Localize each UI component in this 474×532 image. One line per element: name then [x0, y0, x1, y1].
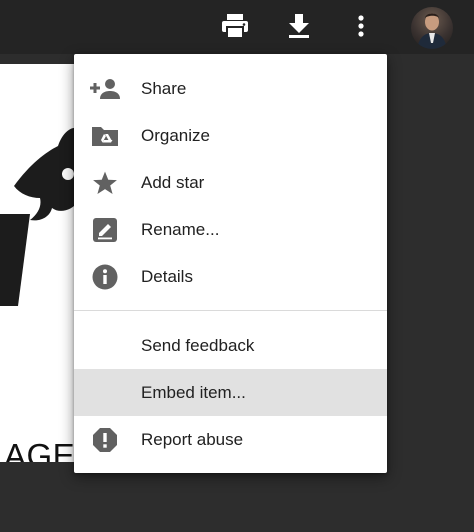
- menu-item-label: Details: [141, 266, 193, 286]
- menu-item-rename[interactable]: Rename...: [74, 206, 387, 253]
- menu-item-label: Report abuse: [141, 429, 244, 449]
- menu-item-add-star[interactable]: Add star: [74, 159, 387, 206]
- drive-preview-window: AGE Share Organize Add star Rename... De…: [0, 0, 474, 532]
- star-icon: [90, 168, 120, 198]
- menu-item-embed[interactable]: Embed item...: [74, 369, 387, 416]
- menu-item-label: Organize: [141, 125, 210, 145]
- report-icon: [90, 425, 120, 455]
- context-menu: Share Organize Add star Rename... Detail…: [74, 54, 387, 473]
- person-add-icon: [90, 74, 120, 104]
- menu-item-label: Rename...: [141, 219, 220, 239]
- menu-item-label: Embed item...: [141, 382, 246, 402]
- more-vert-icon[interactable]: [345, 10, 377, 42]
- info-icon: [90, 262, 120, 292]
- top-toolbar: [0, 0, 474, 54]
- menu-item-label: Send feedback: [141, 335, 255, 355]
- menu-divider: [74, 310, 387, 311]
- download-icon[interactable]: [283, 10, 315, 42]
- user-avatar[interactable]: [411, 7, 453, 49]
- drive-folder-icon: [90, 121, 120, 151]
- print-icon[interactable]: [219, 10, 251, 42]
- menu-item-details[interactable]: Details: [74, 253, 387, 300]
- menu-item-label: Share: [141, 78, 187, 98]
- menu-item-send-feedback[interactable]: Send feedback: [74, 322, 387, 369]
- menu-item-report-abuse[interactable]: Report abuse: [74, 416, 387, 463]
- document-text: AGE: [4, 437, 76, 462]
- menu-item-label: Add star: [141, 172, 205, 192]
- menu-item-organize[interactable]: Organize: [74, 112, 387, 159]
- edit-icon: [90, 215, 120, 245]
- menu-item-share[interactable]: Share: [74, 65, 387, 112]
